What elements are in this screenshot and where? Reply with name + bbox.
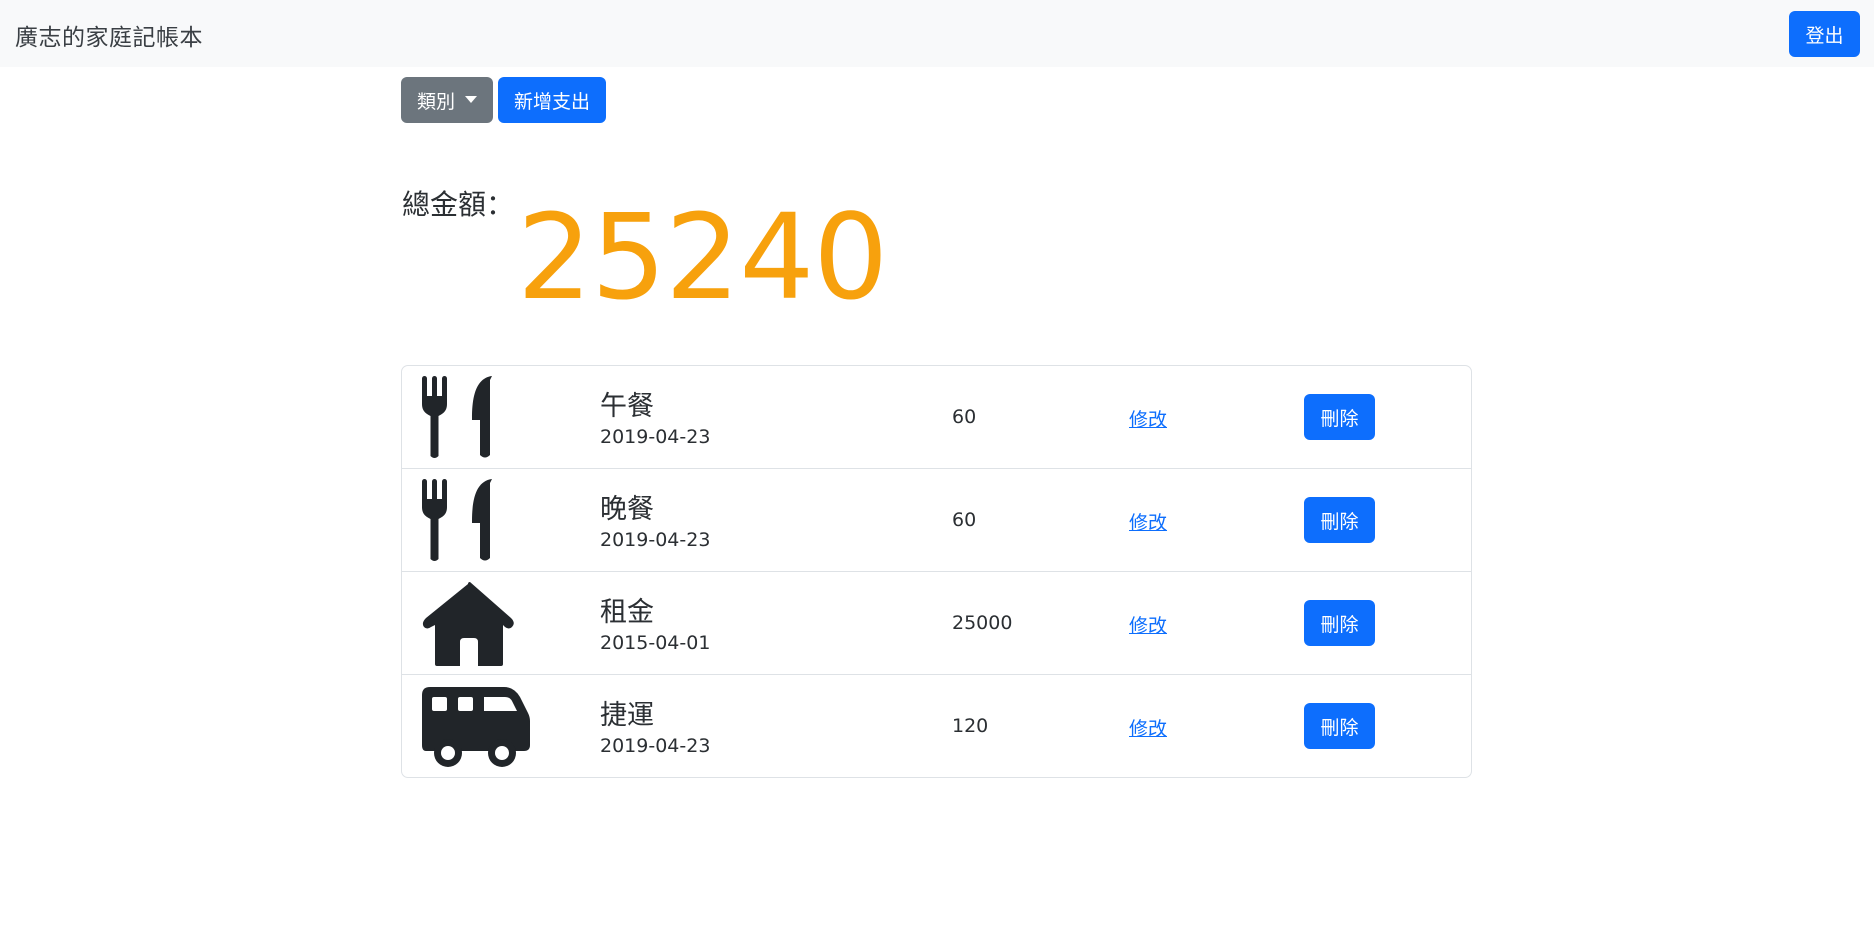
caret-down-icon — [465, 95, 477, 103]
expense-row: 晚餐 2019-04-23 60 修改 刪除 — [402, 469, 1471, 572]
house-icon — [422, 582, 532, 666]
total-amount: 25240 — [517, 188, 888, 326]
category-dropdown-label: 類別 — [416, 90, 455, 113]
expense-row: 捷運 2019-04-23 120 修改 刪除 — [402, 675, 1471, 777]
edit-link[interactable]: 修改 — [1129, 405, 1167, 432]
expense-name: 捷運 — [600, 700, 654, 731]
expense-date: 2015-04-01 — [600, 632, 711, 654]
expense-list: 午餐 2019-04-23 60 修改 刪除 晚餐 2019-04-23 60 … — [401, 365, 1472, 778]
expense-row: 租金 2015-04-01 25000 修改 刪除 — [402, 572, 1471, 675]
expense-name: 晚餐 — [600, 494, 654, 525]
expense-amount: 60 — [952, 406, 977, 428]
expense-date: 2019-04-23 — [600, 529, 711, 551]
expense-row: 午餐 2019-04-23 60 修改 刪除 — [402, 366, 1471, 469]
toolbar: 類別 新增支出 — [401, 77, 606, 123]
category-dropdown-button[interactable]: 類別 — [401, 77, 493, 123]
edit-link[interactable]: 修改 — [1129, 714, 1167, 741]
app-brand[interactable]: 廣志的家庭記帳本 — [15, 18, 203, 52]
edit-link[interactable]: 修改 — [1129, 508, 1167, 535]
expense-amount: 25000 — [952, 612, 1013, 634]
delete-button[interactable]: 刪除 — [1304, 600, 1375, 646]
expense-amount: 120 — [952, 715, 989, 737]
logout-button[interactable]: 登出 — [1789, 11, 1860, 57]
expense-name: 午餐 — [600, 391, 654, 422]
delete-button[interactable]: 刪除 — [1304, 394, 1375, 440]
bus-icon — [422, 685, 532, 769]
total-label: 總金額： — [402, 188, 515, 221]
add-expense-button[interactable]: 新增支出 — [498, 77, 606, 123]
expense-date: 2019-04-23 — [600, 426, 711, 448]
expense-date: 2019-04-23 — [600, 735, 711, 757]
expense-amount: 60 — [952, 509, 977, 531]
utensils-icon — [422, 376, 532, 460]
edit-link[interactable]: 修改 — [1129, 611, 1167, 638]
delete-button[interactable]: 刪除 — [1304, 703, 1375, 749]
navbar: 廣志的家庭記帳本 登出 — [0, 0, 1874, 67]
expense-name: 租金 — [600, 597, 654, 628]
utensils-icon — [422, 479, 532, 563]
delete-button[interactable]: 刪除 — [1304, 497, 1375, 543]
